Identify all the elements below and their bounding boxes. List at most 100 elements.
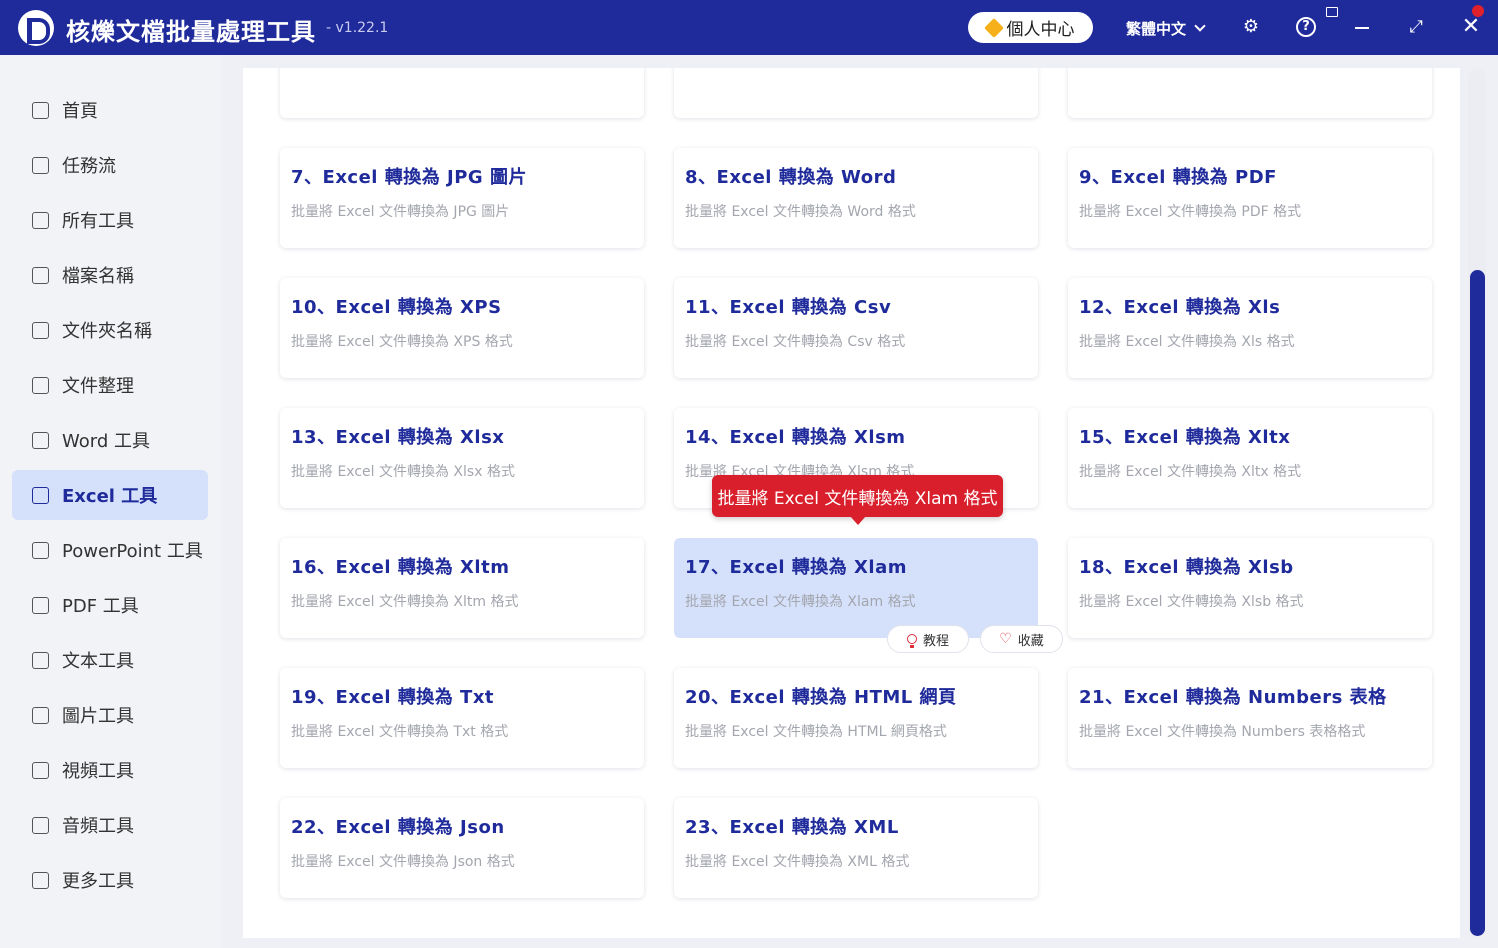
workflow-icon xyxy=(32,156,49,174)
language-label: 繁體中文 xyxy=(1126,20,1187,38)
sidebar: 首頁任務流所有工具檔案名稱文件夾名稱文件整理 Word 工具 Excel 工具 Pow… xyxy=(0,55,222,948)
tool-card[interactable]: 批量將 Excel 單元格中的圖片導出到本地磁盤中 xyxy=(280,68,644,118)
organize-icon xyxy=(32,376,49,394)
sidebar-item-label: 音頻工具 xyxy=(62,816,134,837)
tutorial-button[interactable]: 教程 xyxy=(887,625,969,653)
tooltip: 批量將 Excel 文件轉換為 Xlam 格式 xyxy=(712,475,1003,525)
sidebar-item[interactable]: 更多工具 xyxy=(12,855,208,905)
tool-card[interactable]: 19、Excel 轉換為 Txt 批量將 Excel 文件轉換為 Txt 格式 xyxy=(280,668,644,768)
tool-card-description: 批量將 Excel 文件轉換為 JPG 圖片 xyxy=(291,204,510,220)
gear-icon[interactable]: ⚙ xyxy=(1241,17,1261,37)
tool-card[interactable]: 20、Excel 轉換為 HTML 網頁 批量將 Excel 文件轉換為 HTML… xyxy=(674,668,1038,768)
tool-card-description: 批量將 Excel 文件轉換為 Json 格式 xyxy=(291,854,515,870)
sidebar-item-label: 更多工具 xyxy=(62,871,134,892)
tool-card[interactable]: 18、Excel 轉換為 Xlsb 批量將 Excel 文件轉換為 Xlsb 格式 xyxy=(1068,538,1432,638)
excel-icon xyxy=(32,486,49,504)
app-logo-icon xyxy=(18,10,54,46)
tool-card-description: 批量將 Excel 文件轉換為 Xls 格式 xyxy=(1079,334,1295,350)
sidebar-item[interactable]: Excel 工具 xyxy=(12,470,208,520)
tool-card-description: 批量將 Excel 文件轉換為 Xlsx 格式 xyxy=(291,464,515,480)
maximize-icon[interactable]: ⤢ xyxy=(1406,17,1426,37)
help-icon[interactable]: ? xyxy=(1296,17,1316,37)
sidebar-item[interactable]: 音頻工具 xyxy=(12,800,208,850)
tool-card[interactable]: 7、Excel 轉換為 JPG 圖片 批量將 Excel 文件轉換為 JPG 圖片 xyxy=(280,148,644,248)
sidebar-item-label: 文件夾名稱 xyxy=(62,321,152,342)
minimize-icon[interactable] xyxy=(1352,17,1372,37)
sidebar-item-label: 圖片工具 xyxy=(62,706,134,727)
close-icon[interactable]: ✕ xyxy=(1461,16,1481,38)
sidebar-item[interactable]: 任務流 xyxy=(12,140,208,190)
tool-card[interactable]: 22、Excel 轉換為 Json 批量將 Excel 文件轉換為 Json 格式 xyxy=(280,798,644,898)
sidebar-item-label: Word 工具 xyxy=(62,431,150,452)
tool-card[interactable]: 15、Excel 轉換為 Xltx 批量將 Excel 文件轉換為 Xltx 格式 xyxy=(1068,408,1432,508)
tool-card-title: 8、Excel 轉換為 Word xyxy=(685,167,897,188)
tool-card-title: 15、Excel 轉換為 Xltx xyxy=(1079,427,1291,448)
tool-card[interactable]: 12、Excel 轉換為 Xls 批量將 Excel 文件轉換為 Xls 格式 xyxy=(1068,278,1432,378)
title-bar: 核爍文檔批量處理工具 - v1.22.1 個人中心 繁體中文 ⚙ ? ⤢ ✕ xyxy=(0,0,1498,55)
tool-card-title: 11、Excel 轉換為 Csv xyxy=(685,297,892,318)
file-name-icon xyxy=(32,266,49,284)
tutorial-label: 教程 xyxy=(922,633,949,649)
tool-card[interactable]: 23、Excel 轉換為 XML 批量將 Excel 文件轉換為 XML 格式 xyxy=(674,798,1038,898)
sidebar-item[interactable]: PowerPoint 工具 xyxy=(12,525,208,575)
sidebar-item[interactable]: PDF 工具 xyxy=(12,580,208,630)
tool-card-title: 12、Excel 轉換為 Xls xyxy=(1079,297,1281,318)
tool-card-description: 批量將 Excel 文件轉換為 HTML 網頁格式 xyxy=(685,724,947,740)
sidebar-item-label: 視頻工具 xyxy=(62,761,134,782)
heart-icon: ♡ xyxy=(999,631,1012,647)
image-icon xyxy=(32,706,49,724)
sidebar-item[interactable]: 圖片工具 xyxy=(12,690,208,740)
tool-card[interactable]: 13、Excel 轉換為 Xlsx 批量將 Excel 文件轉換為 Xlsx 格式 xyxy=(280,408,644,508)
tool-card-title: 18、Excel 轉換為 Xlsb xyxy=(1079,557,1294,578)
tool-card-title: 13、Excel 轉換為 Xlsx xyxy=(291,427,505,448)
sidebar-item-label: PDF 工具 xyxy=(62,596,139,617)
video-icon xyxy=(32,761,49,779)
favorite-button[interactable]: ♡ 收藏 xyxy=(980,625,1063,653)
tool-card[interactable]: 批量將 Excel 單元格中的圖片網址或磁盤路徑轉換... xyxy=(674,68,1038,118)
tool-card-title: 17、Excel 轉換為 Xlam xyxy=(685,557,907,578)
diamond-icon xyxy=(983,17,1004,38)
tool-card-description: 批量將 Excel 文件轉換為 Xlsb 格式 xyxy=(1079,594,1304,610)
favorite-label: 收藏 xyxy=(1017,633,1044,649)
tool-card[interactable]: 8、Excel 轉換為 Word 批量將 Excel 文件轉換為 Word 格式 xyxy=(674,148,1038,248)
sidebar-item-label: 首頁 xyxy=(62,101,98,122)
mini-window-icon[interactable] xyxy=(1326,7,1338,17)
powerpoint-icon xyxy=(32,541,49,559)
more-tools-icon xyxy=(32,871,49,889)
tool-card-title: 19、Excel 轉換為 Txt xyxy=(291,687,495,708)
sidebar-item[interactable]: 視頻工具 xyxy=(12,745,208,795)
tool-card-description: 批量將 Excel 文件轉換為 Xltm 格式 xyxy=(291,594,519,610)
sidebar-item[interactable]: 檔案名稱 xyxy=(12,250,208,300)
notification-dot-icon xyxy=(1472,5,1484,17)
tool-card[interactable]: 21、Excel 轉換為 Numbers 表格 批量將 Excel 文件轉換為 N… xyxy=(1068,668,1432,768)
all-tools-icon xyxy=(32,211,49,229)
language-select[interactable]: 繁體中文 xyxy=(1126,18,1206,39)
tool-card-title: 16、Excel 轉換為 Xltm xyxy=(291,557,510,578)
user-center-button[interactable]: 個人中心 xyxy=(968,12,1093,43)
tool-card-title: 21、Excel 轉換為 Numbers 表格 xyxy=(1079,687,1387,708)
tool-card-description: 批量將 Excel 文件轉換為 Csv 格式 xyxy=(685,334,906,350)
sidebar-item[interactable]: 文本工具 xyxy=(12,635,208,685)
tool-card[interactable]: 17、Excel 轉換為 Xlam 批量將 Excel 文件轉換為 Xlam 格式 xyxy=(674,538,1038,638)
scrollbar-thumb[interactable] xyxy=(1470,270,1485,936)
sidebar-item-label: 所有工具 xyxy=(62,211,134,232)
tool-card-description: 批量將 Excel 文件轉換為 PDF 格式 xyxy=(1079,204,1302,220)
tool-card-description: 批量將 Excel 文件轉換為 Word 格式 xyxy=(685,204,916,220)
tool-card-description: 批量將 Excel 文件轉換為 Txt 格式 xyxy=(291,724,509,740)
app-version: - v1.22.1 xyxy=(326,20,389,36)
tool-card[interactable]: 10、Excel 轉換為 XPS 批量將 Excel 文件轉換為 XPS 格式 xyxy=(280,278,644,378)
sidebar-item[interactable]: 首頁 xyxy=(12,85,208,135)
sidebar-item-label: 任務流 xyxy=(62,156,116,177)
sidebar-item[interactable]: Word 工具 xyxy=(12,415,208,465)
sidebar-item[interactable]: 文件整理 xyxy=(12,360,208,410)
sidebar-item[interactable]: 文件夾名稱 xyxy=(12,305,208,355)
sidebar-item-label: PowerPoint 工具 xyxy=(62,541,203,562)
tool-card[interactable]: 11、Excel 轉換為 Csv 批量將 Excel 文件轉換為 Csv 格式 xyxy=(674,278,1038,378)
tool-card[interactable]: 16、Excel 轉換為 Xltm 批量將 Excel 文件轉換為 Xltm 格式 xyxy=(280,538,644,638)
tool-card-title: 10、Excel 轉換為 XPS xyxy=(291,297,502,318)
sidebar-item[interactable]: 所有工具 xyxy=(12,195,208,245)
tool-card[interactable]: 批量將 Excel 文件轉換為 SVG 圖片 xyxy=(1068,68,1432,118)
tool-card[interactable]: 9、Excel 轉換為 PDF 批量將 Excel 文件轉換為 PDF 格式 xyxy=(1068,148,1432,248)
tool-card-description: 批量將 Excel 文件轉換為 XPS 格式 xyxy=(291,334,513,350)
lightbulb-icon xyxy=(906,634,917,648)
